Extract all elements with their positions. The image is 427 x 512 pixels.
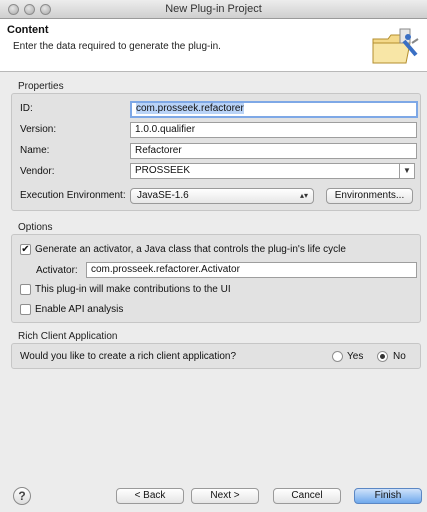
id-label: ID: bbox=[20, 103, 33, 114]
finish-button[interactable]: Finish bbox=[354, 488, 422, 504]
cancel-button[interactable]: Cancel bbox=[273, 488, 341, 504]
ui-contributions-checkbox[interactable] bbox=[20, 284, 31, 295]
question-mark-icon: ? bbox=[18, 489, 26, 503]
activator-field[interactable]: com.prosseek.refactorer.Activator bbox=[86, 262, 417, 278]
yes-radio[interactable] bbox=[332, 351, 343, 362]
next-button[interactable]: Next > bbox=[191, 488, 259, 504]
no-label: No bbox=[393, 351, 406, 362]
version-label: Version: bbox=[20, 124, 57, 135]
page-message: Enter the data required to generate the … bbox=[13, 41, 221, 52]
options-group-label: Options bbox=[18, 222, 53, 233]
generate-activator-checkbox[interactable]: ✔ bbox=[20, 244, 31, 255]
name-field[interactable]: Refactorer bbox=[130, 143, 417, 159]
help-button[interactable]: ? bbox=[13, 487, 31, 505]
api-analysis-checkbox[interactable] bbox=[20, 304, 31, 315]
radio-selected-dot bbox=[380, 354, 385, 359]
ui-contributions-label: This plug-in will make contributions to … bbox=[35, 284, 231, 295]
execution-environment-value: JavaSE-1.6 bbox=[137, 190, 189, 201]
vendor-value: PROSSEEK bbox=[135, 165, 191, 176]
wizard-window: New Plug-in Project Content Enter the da… bbox=[0, 0, 427, 512]
activator-label: Activator: bbox=[36, 265, 78, 276]
id-field[interactable]: com.prosseek.refactorer bbox=[130, 101, 418, 118]
name-label: Name: bbox=[20, 145, 50, 156]
properties-group-label: Properties bbox=[18, 81, 64, 92]
execution-environment-label: Execution Environment: bbox=[20, 190, 126, 201]
page-title: Content bbox=[7, 24, 49, 36]
window-title: New Plug-in Project bbox=[165, 3, 262, 15]
chevron-down-icon[interactable]: ▼ bbox=[399, 164, 414, 178]
id-value: com.prosseek.refactorer bbox=[136, 103, 244, 114]
title-bar: New Plug-in Project bbox=[0, 0, 427, 19]
vendor-combo[interactable]: PROSSEEK ▼ bbox=[130, 163, 415, 179]
rca-question: Would you like to create a rich client a… bbox=[20, 351, 237, 362]
generate-activator-label: Generate an activator, a Java class that… bbox=[35, 244, 346, 255]
environments-button[interactable]: Environments... bbox=[326, 188, 413, 204]
close-window-button[interactable] bbox=[8, 4, 19, 15]
api-analysis-label: Enable API analysis bbox=[35, 304, 124, 315]
back-button[interactable]: < Back bbox=[116, 488, 184, 504]
zoom-window-button[interactable] bbox=[40, 4, 51, 15]
yes-label: Yes bbox=[347, 351, 364, 362]
no-radio[interactable] bbox=[377, 351, 388, 362]
execution-environment-select[interactable]: JavaSE-1.6 ▴▾ bbox=[130, 188, 314, 204]
chevron-updown-icon: ▴▾ bbox=[299, 191, 308, 200]
rca-group-label: Rich Client Application bbox=[18, 331, 118, 342]
version-field[interactable]: 1.0.0.qualifier bbox=[130, 122, 417, 138]
plugin-folder-icon bbox=[372, 28, 419, 64]
wizard-header: Content Enter the data required to gener… bbox=[0, 19, 427, 72]
vendor-label: Vendor: bbox=[20, 166, 55, 177]
minimize-window-button[interactable] bbox=[24, 4, 35, 15]
